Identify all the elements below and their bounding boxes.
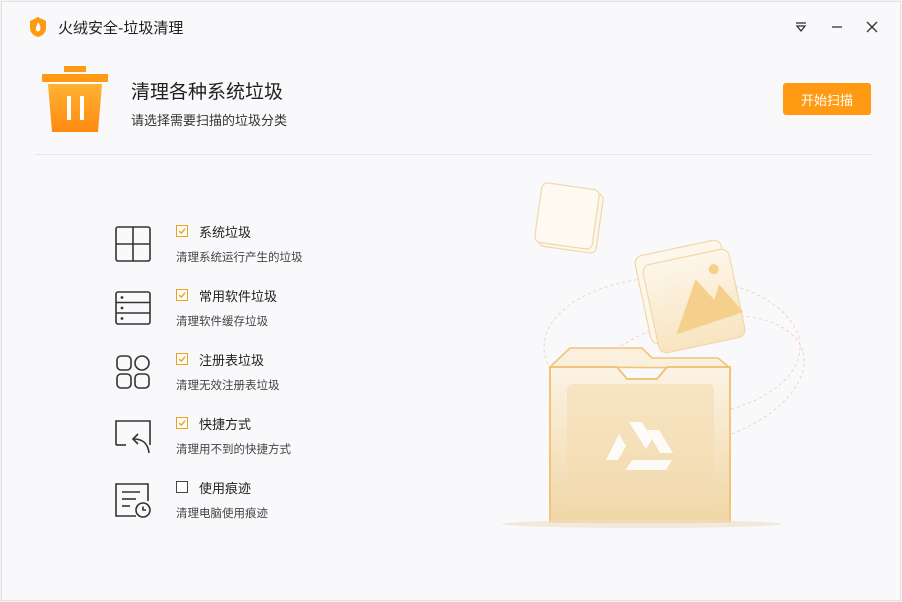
divider <box>35 154 871 155</box>
title-bar: 火绒安全-垃圾清理 <box>2 2 900 50</box>
category-item-shortcut: 快捷方式 清理用不到的快捷方式 <box>112 415 432 467</box>
category-desc: 清理软件缓存垃圾 <box>176 314 268 328</box>
close-icon <box>866 21 878 33</box>
checkbox-software[interactable] <box>176 289 188 301</box>
category-item-registry: 注册表垃圾 清理无效注册表垃圾 <box>112 351 432 403</box>
category-label[interactable]: 系统垃圾 <box>199 222 251 241</box>
usage-trace-icon <box>112 479 154 521</box>
category-desc: 清理用不到的快捷方式 <box>176 442 291 456</box>
minimize-button[interactable] <box>824 14 850 40</box>
page-title: 清理各种系统垃圾 <box>131 81 284 103</box>
category-label[interactable]: 使用痕迹 <box>199 478 251 497</box>
category-item-system: 系统垃圾 清理系统运行产生的垃圾 <box>112 223 432 275</box>
checkbox-registry[interactable] <box>176 353 188 365</box>
close-button[interactable] <box>859 14 885 40</box>
cleanup-illustration <box>502 182 805 528</box>
registry-icon <box>112 351 154 393</box>
category-desc: 清理电脑使用痕迹 <box>176 506 268 520</box>
minimize-icon <box>832 26 842 28</box>
checkbox-system[interactable] <box>176 225 188 237</box>
checkbox-trace[interactable] <box>176 481 188 493</box>
category-item-trace: 使用痕迹 清理电脑使用痕迹 <box>112 479 432 531</box>
page-subtitle: 请选择需要扫描的垃圾分类 <box>131 114 288 129</box>
menu-button[interactable] <box>788 14 814 40</box>
shortcut-icon <box>112 415 154 457</box>
software-list-icon <box>112 287 154 329</box>
checkbox-shortcut[interactable] <box>176 417 188 429</box>
category-label[interactable]: 快捷方式 <box>199 414 251 433</box>
huorong-logo-icon <box>30 17 46 37</box>
trash-bin-icon <box>42 66 108 132</box>
menu-dropdown-icon <box>795 22 807 33</box>
window-title: 火绒安全-垃圾清理 <box>58 19 184 37</box>
category-item-software: 常用软件垃圾 清理软件缓存垃圾 <box>112 287 432 339</box>
category-desc: 清理系统运行产生的垃圾 <box>176 250 303 264</box>
category-label[interactable]: 注册表垃圾 <box>199 350 264 369</box>
windows-icon <box>112 223 154 265</box>
start-scan-button[interactable]: 开始扫描 <box>783 83 871 115</box>
app-window: 火绒安全-垃圾清理 清理各种系统垃圾 请选择需要扫描的垃圾分类 开始扫描 系统垃… <box>1 1 901 601</box>
category-label[interactable]: 常用软件垃圾 <box>199 286 277 305</box>
category-desc: 清理无效注册表垃圾 <box>176 378 280 392</box>
